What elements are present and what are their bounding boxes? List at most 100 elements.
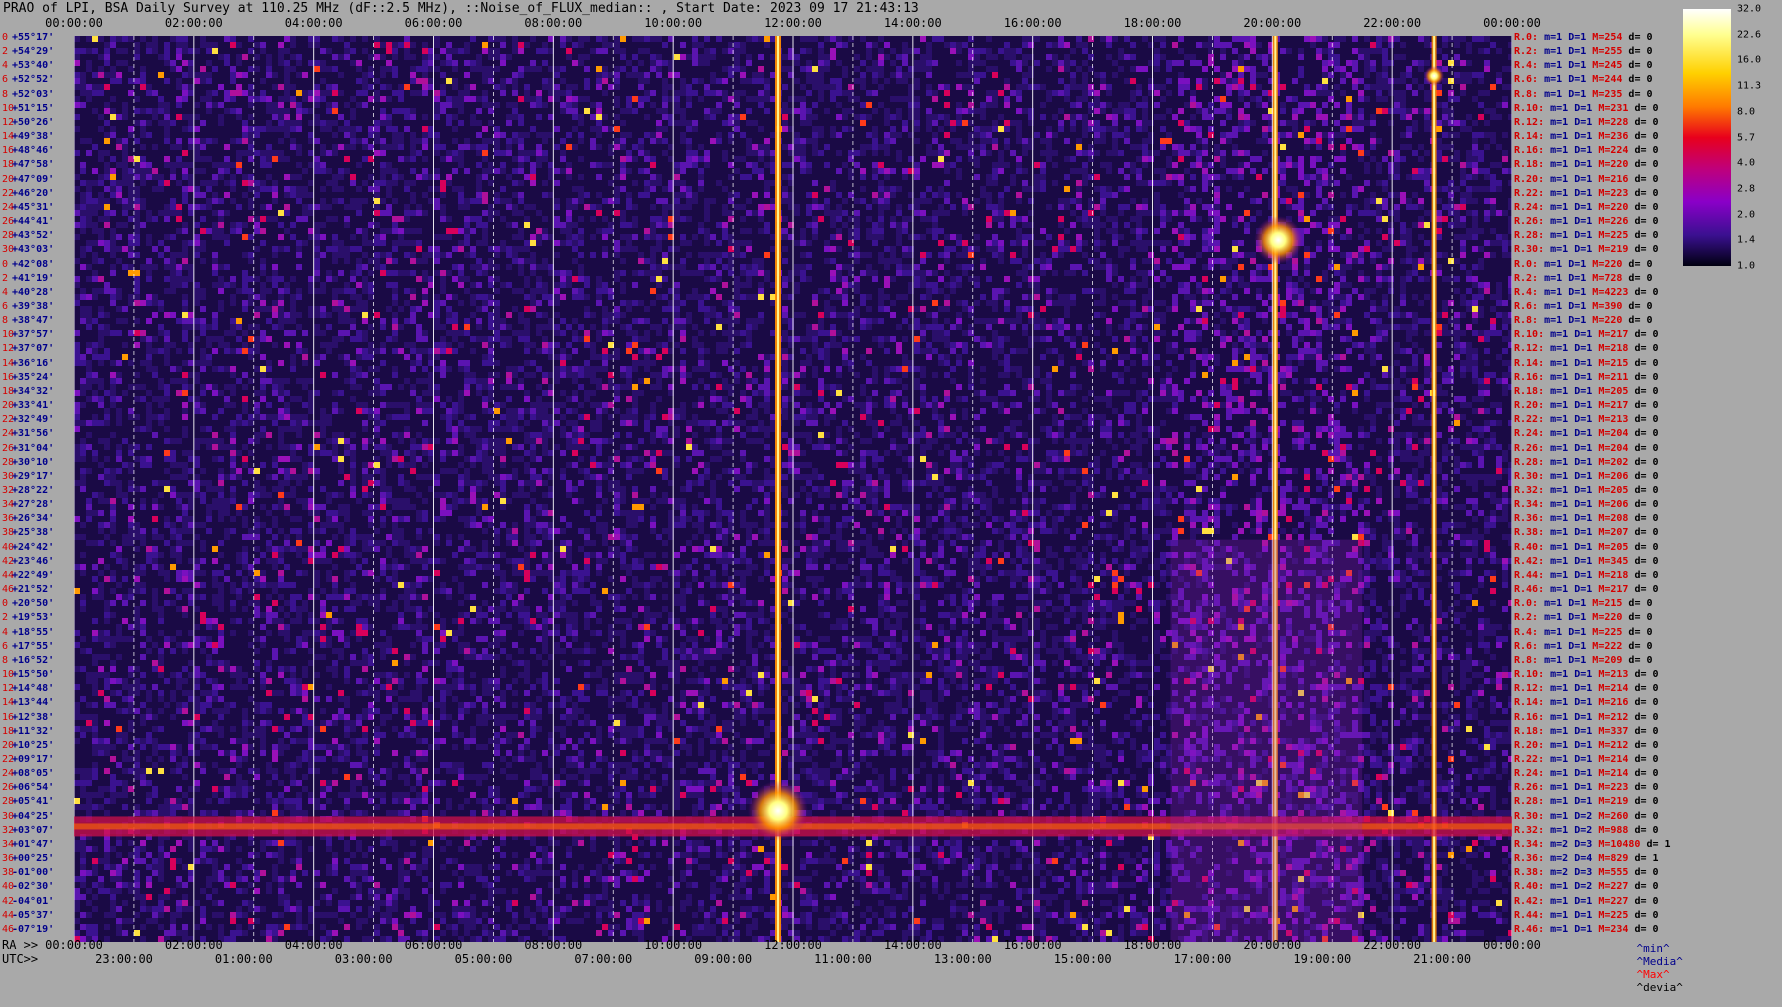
heatmap-cell — [392, 138, 398, 144]
heatmap-cell — [194, 72, 200, 78]
heatmap-cell — [998, 126, 1004, 132]
heatmap-cell — [758, 270, 764, 276]
heatmap-cell — [1358, 126, 1364, 132]
heatmap-cell — [1004, 48, 1010, 54]
heatmap-cell — [830, 216, 836, 222]
heatmap-cell — [536, 114, 542, 120]
heatmap-cell — [464, 204, 470, 210]
heatmap-cell — [380, 228, 386, 234]
heatmap-cell — [242, 132, 248, 138]
heatmap-cell — [1202, 42, 1208, 48]
heatmap-cell — [878, 258, 884, 264]
heatmap-cell — [290, 192, 296, 198]
heatmap-cell — [332, 108, 338, 114]
heatmap-cell — [1112, 36, 1118, 42]
heatmap-cell — [1154, 150, 1160, 156]
heatmap-cell — [1340, 294, 1346, 300]
heatmap-cell — [1496, 144, 1502, 150]
heatmap-cell — [986, 48, 992, 54]
declination-row: 40-02°30' — [2, 881, 54, 892]
heatmap-cell — [974, 198, 980, 204]
heatmap-cell — [350, 174, 356, 180]
heatmap-cell — [350, 276, 356, 282]
heatmap-cell — [314, 102, 320, 108]
heatmap-cell — [1076, 216, 1082, 222]
heatmap-cell — [566, 36, 572, 42]
heatmap-cell — [830, 270, 836, 276]
heatmap-cell — [686, 138, 692, 144]
heatmap-cell — [1490, 180, 1496, 186]
heatmap-cell — [500, 198, 506, 204]
heatmap-cell — [932, 162, 938, 168]
heatmap-cell — [302, 210, 308, 216]
heatmap-cell — [1400, 72, 1406, 78]
heatmap-cell — [284, 72, 290, 78]
heatmap-cell — [1424, 210, 1430, 216]
heatmap-cell — [1166, 276, 1172, 282]
heatmap-cell — [902, 264, 908, 270]
heatmap-cell — [842, 288, 848, 294]
heatmap-cell — [734, 252, 740, 258]
heatmap-cell — [1070, 126, 1076, 132]
heatmap-cell — [716, 78, 722, 84]
heatmap-cell — [332, 216, 338, 222]
heatmap-cell — [110, 186, 116, 192]
heatmap-cell — [1136, 246, 1142, 252]
heatmap-cell — [1376, 90, 1382, 96]
heatmap-cell — [872, 60, 878, 66]
heatmap-cell — [380, 144, 386, 150]
heatmap-cell — [1394, 204, 1400, 210]
heatmap-cell — [476, 108, 482, 114]
heatmap-cell — [1460, 78, 1466, 84]
heatmap-cell — [218, 210, 224, 216]
heatmap-cell — [1370, 252, 1376, 258]
heatmap-cell — [1328, 228, 1334, 234]
heatmap-cell — [86, 240, 92, 246]
heatmap-cell — [1070, 72, 1076, 78]
heatmap-cell — [542, 102, 548, 108]
heatmap-cell — [1142, 240, 1148, 246]
heatmap-cell — [902, 294, 908, 300]
heatmap-cell — [1412, 294, 1418, 300]
heatmap-cell — [98, 204, 104, 210]
heatmap-cell — [1220, 162, 1226, 168]
heatmap-cell — [704, 204, 710, 210]
heatmap-cell — [1136, 120, 1142, 126]
heatmap-cell — [944, 192, 950, 198]
heatmap-cell — [452, 168, 458, 174]
heatmap-cell — [698, 300, 704, 306]
heatmap-cell — [1046, 54, 1052, 60]
heatmap-cell — [86, 204, 92, 210]
heatmap-cell — [1064, 114, 1070, 120]
heatmap-cell — [302, 204, 308, 210]
heatmap-cell — [992, 174, 998, 180]
heatmap-cell — [878, 252, 884, 258]
heatmap-cell — [734, 60, 740, 66]
heatmap-cell — [806, 78, 812, 84]
heatmap-cell — [512, 288, 518, 294]
heatmap-cell — [134, 48, 140, 54]
heatmap-cell — [1262, 126, 1268, 132]
heatmap-cell — [242, 222, 248, 228]
heatmap-cell — [920, 66, 926, 72]
heatmap-cell — [902, 252, 908, 258]
heatmap-cell — [1454, 150, 1460, 156]
heatmap-cell — [914, 210, 920, 216]
heatmap-cell — [764, 138, 770, 144]
heatmap-cell — [662, 60, 668, 66]
heatmap-cell — [878, 48, 884, 54]
heatmap-cell — [836, 270, 842, 276]
heatmap-cell — [518, 66, 524, 72]
heatmap-cell — [440, 252, 446, 258]
heatmap-cell — [722, 156, 728, 162]
heatmap-cell — [182, 282, 188, 288]
heatmap-cell — [1244, 120, 1250, 126]
heatmap-cell — [302, 90, 308, 96]
heatmap-cell — [458, 96, 464, 102]
heatmap-cell — [698, 270, 704, 276]
heatmap-cell — [746, 174, 752, 180]
heatmap-cell — [266, 96, 272, 102]
heatmap-cell — [644, 90, 650, 96]
heatmap-cell — [224, 210, 230, 216]
heatmap-cell — [572, 96, 578, 102]
